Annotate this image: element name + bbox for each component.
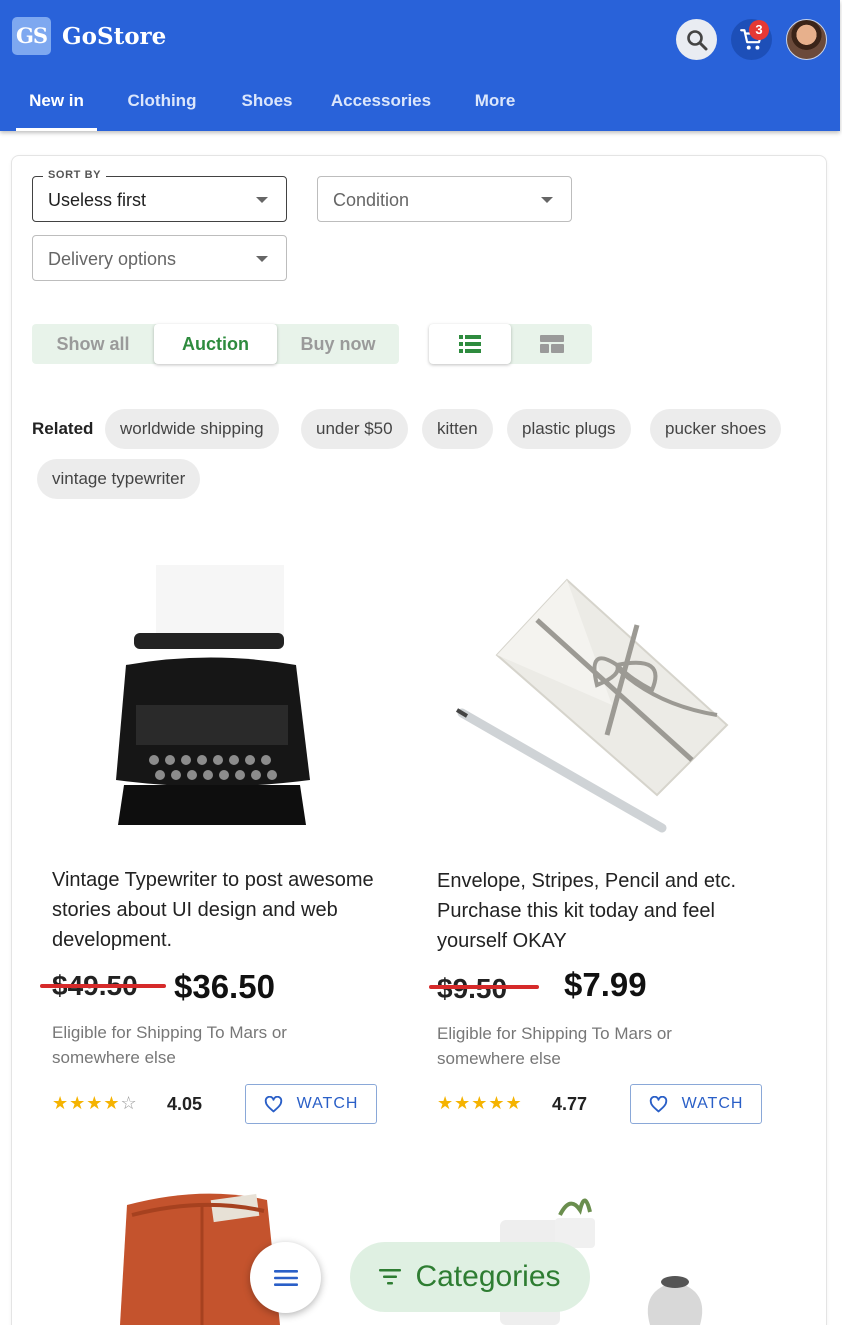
auction-option[interactable]: Auction [154, 324, 277, 364]
condition-value: Condition [333, 190, 410, 210]
price-strikethrough [40, 984, 166, 988]
delivery-options-value: Delivery options [48, 249, 177, 269]
condition-select[interactable]: Condition [317, 176, 572, 222]
related-chip[interactable]: under $50 [301, 409, 408, 449]
tab-more[interactable]: More [462, 76, 528, 131]
app-name[interactable]: GoStore [62, 23, 166, 50]
buy-now-option[interactable]: Buy now [277, 324, 399, 364]
tab-new-in[interactable]: New in [16, 76, 97, 131]
star-rating: ★★★★☆ [52, 1093, 138, 1113]
typewriter-image[interactable] [74, 555, 346, 855]
listing-type-toggle: Show all Auction Buy now [32, 324, 399, 364]
grid-icon [539, 335, 564, 353]
product-description[interactable]: Vintage Typewriter to post awesome stori… [52, 865, 382, 955]
heart-icon [264, 1095, 282, 1112]
avatar[interactable] [786, 19, 827, 60]
watch-label: WATCH [681, 1095, 744, 1112]
list-view-button[interactable] [429, 324, 511, 364]
category-nav: New in Clothing Shoes Accessories More [0, 76, 840, 131]
typewriter-illustration [116, 565, 310, 825]
grid-view-button[interactable] [511, 324, 592, 364]
filter-icon [379, 1269, 402, 1285]
caret-down-icon [256, 197, 268, 203]
delivery-options-select[interactable]: Delivery options [32, 235, 287, 281]
caret-down-icon [541, 197, 553, 203]
watch-button[interactable]: WATCH [245, 1084, 377, 1124]
menu-icon [273, 1269, 298, 1286]
show-all-option[interactable]: Show all [32, 324, 154, 364]
heart-icon [649, 1095, 667, 1112]
menu-fab[interactable] [250, 1242, 321, 1313]
related-chip[interactable]: vintage typewriter [37, 459, 201, 499]
app-header: GS GoStore 3 New in Clothing Shoes Acces… [0, 0, 840, 131]
app-root: GS GoStore 3 New in Clothing Shoes Acces… [0, 0, 842, 1325]
search-button[interactable] [676, 19, 717, 60]
envelope-illustration [455, 578, 729, 833]
cart-count-badge: 3 [749, 20, 769, 40]
sort-by-select[interactable]: SORT BY Useless first [32, 169, 287, 222]
shipping-info: Eligible for Shipping To Mars or somewhe… [437, 1024, 672, 1068]
search-icon [686, 29, 707, 50]
logo-badge[interactable]: GS [12, 17, 51, 55]
related-chip[interactable]: pucker shoes [650, 409, 782, 449]
watch-label: WATCH [296, 1095, 359, 1112]
shipping-info: Eligible for Shipping To Mars or somewhe… [52, 1023, 287, 1067]
tab-accessories[interactable]: Accessories [322, 76, 440, 131]
envelope-kit-image[interactable] [437, 555, 747, 855]
sort-by-value: Useless first [48, 190, 147, 210]
related-chip[interactable]: plastic plugs [507, 409, 631, 449]
related-label: Related [32, 419, 94, 438]
caret-down-icon [256, 256, 268, 262]
sale-price: $36.50 [174, 968, 275, 1005]
star-rating: ★★★★★ [437, 1093, 523, 1113]
rating-value: 4.05 [167, 1094, 203, 1114]
price-strikethrough [429, 985, 539, 989]
tab-shoes[interactable]: Shoes [230, 76, 304, 131]
original-price: $9.50 [437, 973, 507, 1005]
sale-price: $7.99 [564, 966, 647, 1003]
related-chip[interactable]: kitten [422, 409, 493, 449]
view-mode-toggle [429, 324, 592, 364]
categories-label: Categories [415, 1260, 561, 1293]
rating-value: 4.77 [552, 1094, 588, 1114]
active-tab-indicator [16, 128, 97, 131]
watch-button[interactable]: WATCH [630, 1084, 762, 1124]
related-chip[interactable]: worldwide shipping [105, 409, 279, 449]
tab-clothing[interactable]: Clothing [118, 76, 206, 131]
list-icon [459, 335, 481, 353]
categories-fab[interactable]: Categories [350, 1242, 590, 1312]
product-description[interactable]: Envelope, Stripes, Pencil and etc. Purch… [437, 866, 777, 956]
